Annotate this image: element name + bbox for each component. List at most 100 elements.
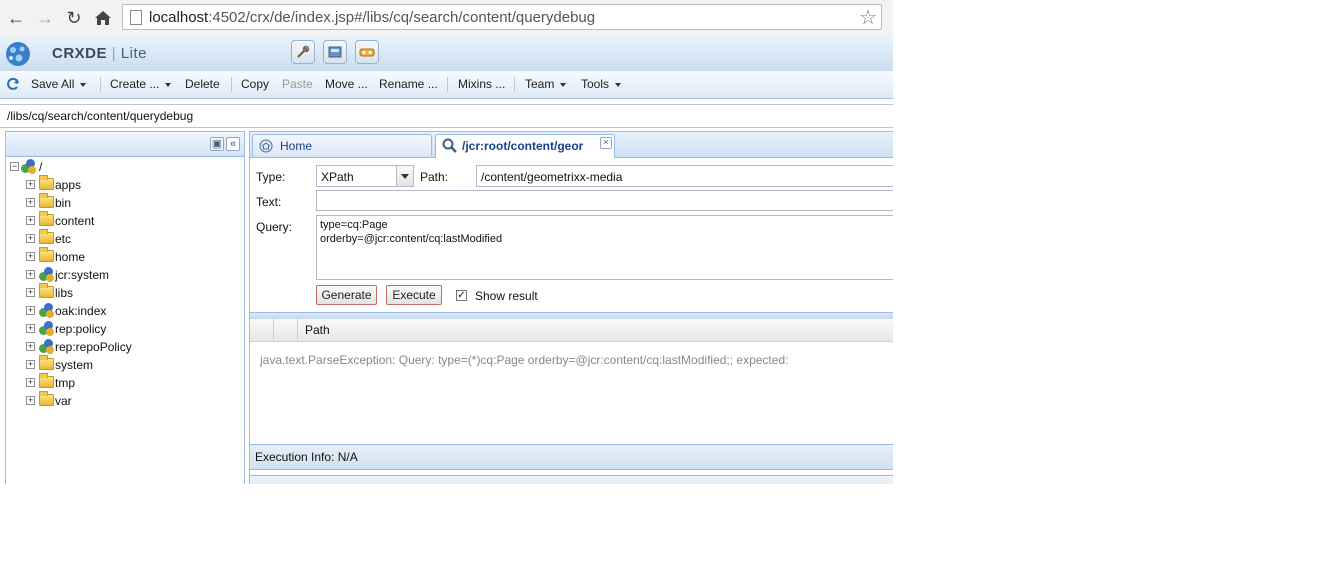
folder-icon <box>39 355 54 370</box>
repository-root-icon <box>21 159 36 174</box>
expand-node-icon[interactable]: + <box>26 270 35 279</box>
delete-button[interactable]: Delete <box>185 77 220 91</box>
expand-node-icon[interactable]: + <box>26 252 35 261</box>
node-icon <box>39 267 54 282</box>
execution-info-text: Execution Info: N/A <box>255 450 358 464</box>
toolbar-divider <box>231 77 232 92</box>
package-manager-icon[interactable] <box>323 40 347 64</box>
collapse-node-icon[interactable]: − <box>10 162 19 171</box>
crxde-logo-icon <box>6 42 30 66</box>
back-icon[interactable]: ← <box>5 7 27 29</box>
expand-node-icon[interactable]: + <box>26 360 35 369</box>
refresh-icon[interactable] <box>6 77 20 91</box>
tree-node-label: etc <box>55 232 72 246</box>
collapse-arrow-icon[interactable] <box>782 313 812 323</box>
node-path-field[interactable]: /libs/cq/search/content/querydebug <box>0 104 893 128</box>
tab-label: /jcr:root/content/geor <box>462 139 584 153</box>
tree-node-label: home <box>55 250 86 264</box>
tree-node-label: / <box>39 160 43 174</box>
copy-button[interactable]: Copy <box>241 77 269 91</box>
expand-node-icon[interactable]: + <box>26 342 35 351</box>
show-result-checkbox[interactable]: ✓ <box>456 290 467 301</box>
tools-menu-button[interactable]: Tools <box>581 77 622 91</box>
grid-column-header <box>250 319 274 341</box>
tree-panel-header: ▣ « <box>6 132 244 157</box>
team-menu-button[interactable]: Team <box>525 77 567 91</box>
expand-node-icon[interactable]: + <box>26 306 35 315</box>
text-input[interactable] <box>316 190 893 211</box>
expand-node-icon[interactable]: + <box>26 324 35 333</box>
query-line: orderby=@jcr:content/cq:lastModified <box>320 233 503 245</box>
app-header: CRXDE | Lite <box>0 36 893 72</box>
close-icon[interactable]: × <box>600 137 612 149</box>
tree-node-label: oak:index <box>55 304 107 318</box>
path-label: Path: <box>420 170 449 184</box>
chevron-down-icon <box>80 82 87 87</box>
rename-button[interactable]: Rename ... <box>379 77 438 91</box>
crxde-window: ← → ↻ localhost:4502/crx/de/index.jsp#/l… <box>0 0 893 484</box>
toolbar-divider <box>514 77 515 92</box>
folder-icon <box>39 391 54 406</box>
move-button[interactable]: Move ... <box>325 77 368 91</box>
tab-home[interactable]: Home <box>252 134 432 156</box>
path-value: /content/geometrixx-media <box>481 170 623 184</box>
expand-node-icon[interactable]: + <box>26 198 35 207</box>
bottom-panel-header <box>250 475 893 484</box>
chevron-down-icon <box>560 82 567 87</box>
tree-node-label: tmp <box>55 376 76 390</box>
query-line: type=cq:Page <box>320 219 388 231</box>
expand-node-icon[interactable]: + <box>26 288 35 297</box>
generate-button[interactable]: Generate <box>316 285 377 305</box>
folder-icon <box>39 193 54 208</box>
tree-node-label: var <box>55 394 72 408</box>
expand-node-icon[interactable]: + <box>26 180 35 189</box>
node-icon <box>39 321 54 336</box>
page-icon <box>130 10 142 25</box>
expand-node-icon[interactable]: + <box>26 234 35 243</box>
address-bar[interactable]: localhost:4502/crx/de/index.jsp#/libs/cq… <box>122 4 882 30</box>
tree-node-label: system <box>55 358 94 372</box>
main-toolbar: Save All Create ... Delete Copy Paste Mo… <box>0 71 893 99</box>
search-icon <box>442 138 457 153</box>
text-label: Text: <box>256 195 282 209</box>
type-value: XPath <box>321 170 354 184</box>
tab-query[interactable]: /jcr:root/content/geor × <box>435 134 615 158</box>
content-explorer-icon[interactable] <box>355 40 379 64</box>
tree-node-label: rep:repoPolicy <box>55 340 132 354</box>
binoculars-icon[interactable]: ▣ <box>210 137 224 151</box>
chevron-down-icon <box>615 82 622 87</box>
paste-button[interactable]: Paste <box>282 77 313 91</box>
home-icon[interactable] <box>92 7 114 29</box>
path-column-header[interactable]: Path <box>305 323 330 337</box>
mixins-button[interactable]: Mixins ... <box>458 77 505 91</box>
type-select[interactable]: XPath <box>316 165 414 187</box>
reload-icon[interactable]: ↻ <box>63 7 85 29</box>
editor-panel: Home /jcr:root/content/geor × Type: XPat… <box>249 131 893 484</box>
execute-button[interactable]: Execute <box>386 285 442 305</box>
expand-node-icon[interactable]: + <box>26 378 35 387</box>
toolbar-divider <box>447 77 448 92</box>
chevron-down-icon[interactable] <box>396 166 413 186</box>
switch-tools-icon[interactable] <box>291 40 315 64</box>
query-textarea[interactable]: type=cq:Page orderby=@jcr:content/cq:las… <box>316 215 893 280</box>
node-icon <box>39 303 54 318</box>
url-text: localhost:4502/crx/de/index.jsp#/libs/cq… <box>149 9 596 26</box>
collapse-panel-icon[interactable]: « <box>226 137 240 151</box>
create-button[interactable]: Create ... <box>110 77 172 91</box>
toolbar-divider <box>100 77 101 92</box>
expand-node-icon[interactable]: + <box>26 396 35 405</box>
expand-node-icon[interactable]: + <box>26 216 35 225</box>
forward-icon[interactable]: → <box>34 7 56 29</box>
folder-icon <box>39 247 54 262</box>
tree-node-label: content <box>55 214 95 228</box>
bookmark-star-icon[interactable]: ☆ <box>859 5 877 30</box>
type-label: Type: <box>256 170 286 184</box>
path-input[interactable]: /content/geometrixx-media <box>476 165 893 187</box>
tree-node-label: bin <box>55 196 72 210</box>
node-icon <box>39 339 54 354</box>
save-all-button[interactable]: Save All <box>31 77 87 91</box>
folder-icon <box>39 229 54 244</box>
chevron-down-icon <box>165 82 172 87</box>
home-tab-icon <box>259 139 273 153</box>
tree-node-label: libs <box>55 286 74 300</box>
